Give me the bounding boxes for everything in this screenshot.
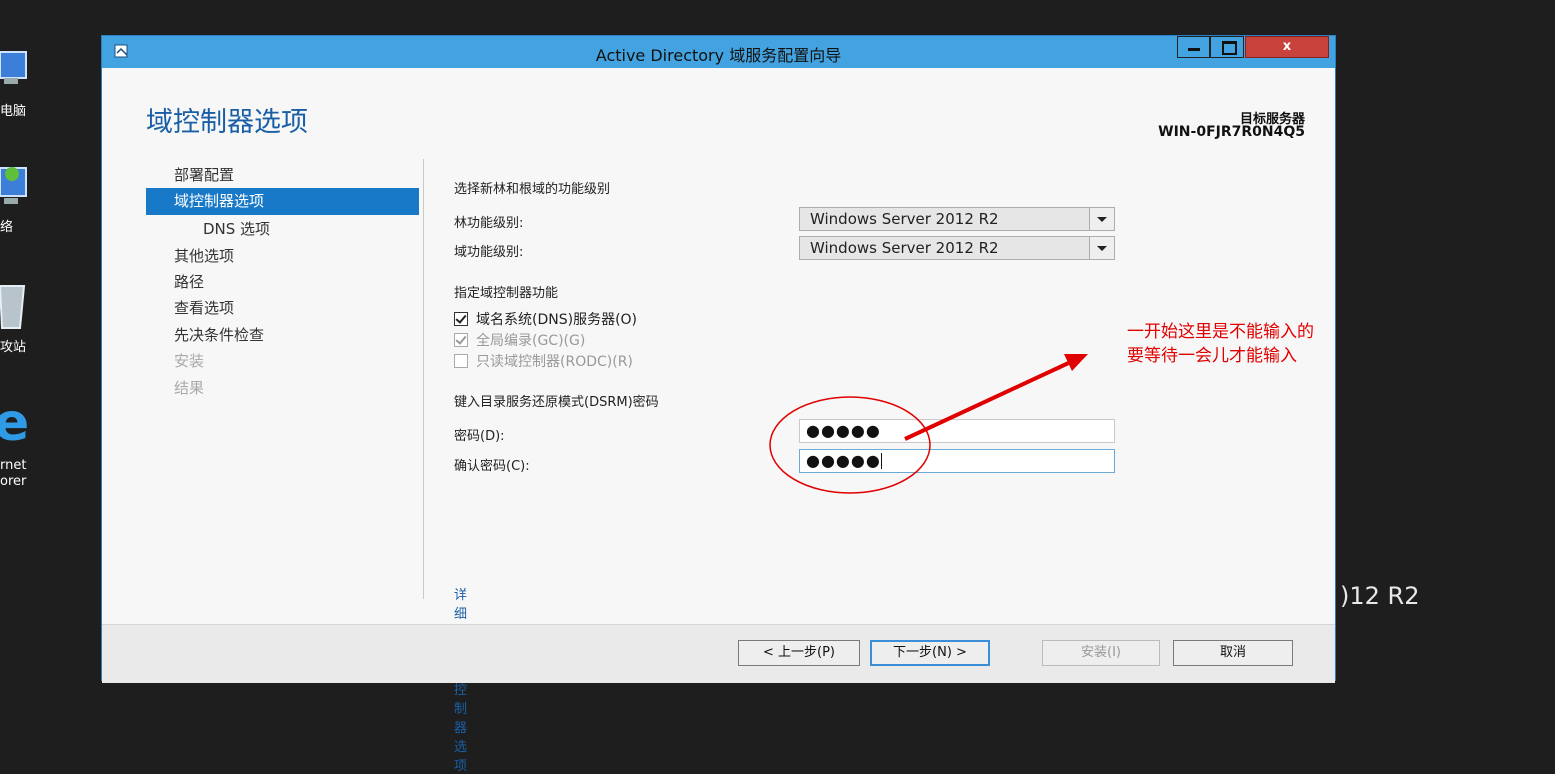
annotation-note: 一开始这里是不能输入的 要等待一会儿才能输入 xyxy=(1127,320,1314,368)
highlight-ellipse xyxy=(769,396,931,494)
annotation-overlay xyxy=(769,354,1088,494)
annotation-line-1: 一开始这里是不能输入的 xyxy=(1127,322,1314,342)
annotation-arrow-line xyxy=(904,358,1076,441)
annotation-line-2: 要等待一会儿才能输入 xyxy=(1127,346,1297,366)
